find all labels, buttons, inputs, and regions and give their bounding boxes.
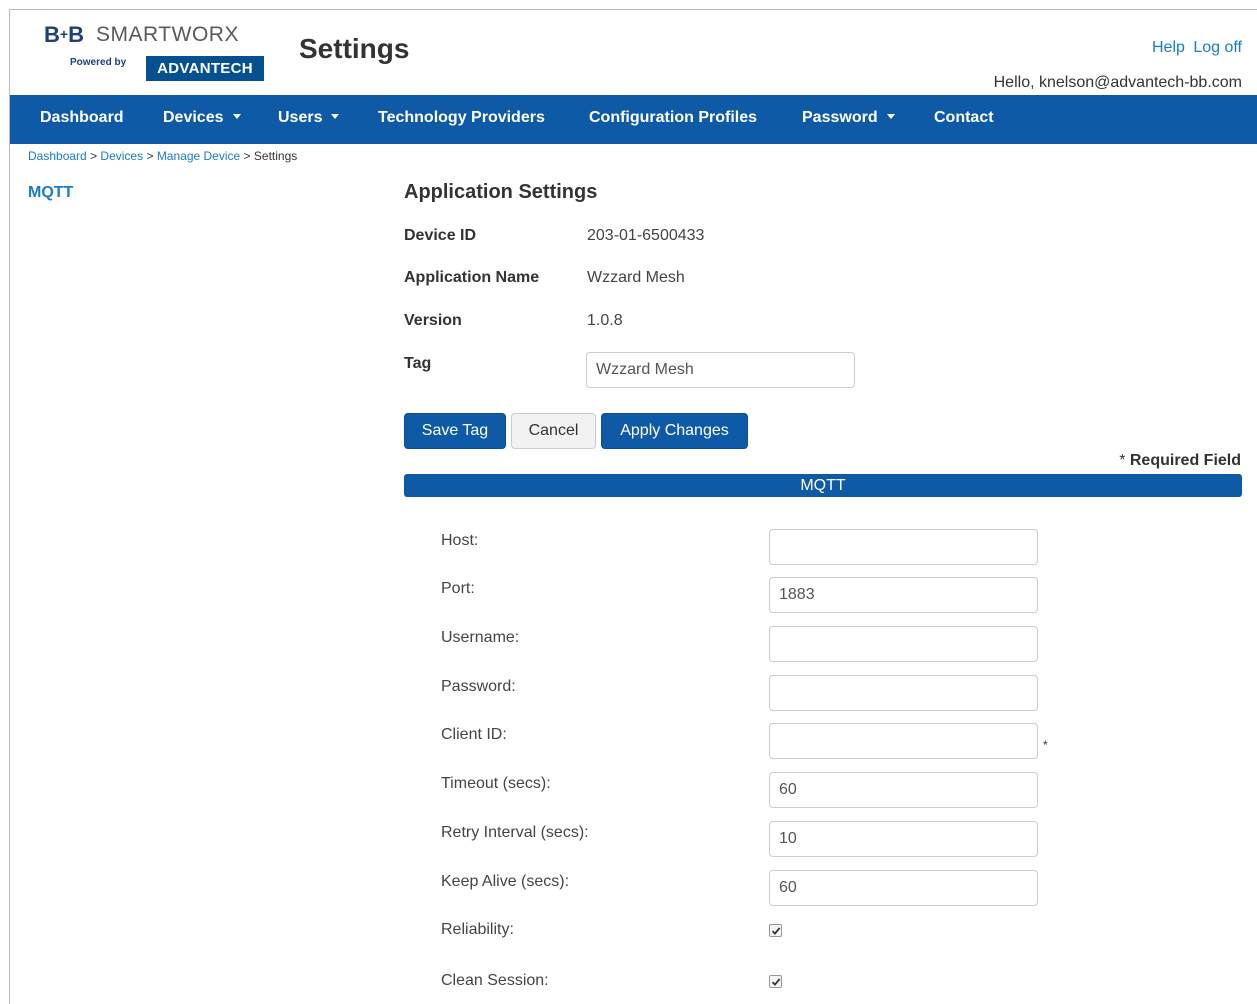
port-input[interactable] [769,577,1038,613]
device-id-value: 203-01-6500433 [587,227,705,244]
logo-smartworx: SMARTWORX [96,23,239,46]
logo-advantech: ADVANTECH [146,56,264,81]
nav-contact[interactable]: Contact [934,95,994,144]
client-id-input[interactable] [769,723,1038,759]
sidebar-item-mqtt[interactable]: MQTT [28,184,73,202]
port-label: Port: [441,580,475,597]
nav-password-label: Password [802,109,878,126]
username-label: Username: [441,629,520,646]
top-links: Help Log off [1148,39,1242,57]
breadcrumb-separator: > [243,149,251,163]
apply-changes-button[interactable]: Apply Changes [601,413,748,449]
checkmark-icon [771,927,781,935]
page-title: Settings [299,33,410,64]
breadcrumb-separator: > [146,149,154,163]
nav-configuration-profiles-label: Configuration Profiles [589,109,757,126]
user-greeting: Hello, knelson@advantech-bb.com [993,74,1242,91]
client-id-label: Client ID: [441,726,507,743]
brand-logo[interactable]: B+B SMARTWORX Powered by ADVANTECH [42,22,266,84]
caret-down-icon [232,114,241,119]
password-label: Password: [441,678,516,695]
nav-dashboard-label: Dashboard [40,109,124,126]
caret-down-icon [331,114,340,119]
caret-down-icon [886,114,895,119]
required-asterisk: * [1119,452,1126,469]
required-field-note: * Required Field [1119,452,1241,470]
retry-interval-label: Retry Interval (secs): [441,824,589,841]
version-value: 1.0.8 [587,312,623,329]
retry-interval-input[interactable] [769,821,1038,857]
nav-contact-label: Contact [934,109,994,126]
nav-configuration-profiles[interactable]: Configuration Profiles [589,95,757,144]
cancel-button[interactable]: Cancel [511,413,596,449]
timeout-label: Timeout (secs): [441,775,551,792]
keep-alive-input[interactable] [769,870,1038,906]
required-field-text: Required Field [1129,452,1241,469]
help-link[interactable]: Help [1152,39,1185,56]
keep-alive-label: Keep Alive (secs): [441,873,570,890]
breadcrumb-separator: > [90,149,98,163]
checkmark-icon [771,978,781,986]
breadcrumb-current: Settings [253,149,298,163]
breadcrumb-devices[interactable]: Devices [100,149,143,163]
logoff-link[interactable]: Log off [1193,39,1242,56]
username-input[interactable] [769,626,1038,662]
nav-users-label: Users [278,109,323,126]
application-name-value: Wzzard Mesh [587,269,685,286]
nav-users[interactable]: Users [278,95,340,144]
timeout-input[interactable] [769,772,1038,808]
nav-dashboard[interactable]: Dashboard [40,95,124,144]
application-name-label: Application Name [404,269,540,286]
breadcrumb: Dashboard > Devices > Manage Device > Se… [28,149,297,163]
host-label: Host: [441,532,479,549]
save-tag-button[interactable]: Save Tag [404,413,506,449]
nav-devices[interactable]: Devices [163,95,241,144]
reliability-checkbox[interactable] [769,924,782,937]
version-label: Version [404,312,462,329]
mqtt-section-header: MQTT [404,474,1242,497]
nav-technology-providers-label: Technology Providers [378,109,545,126]
clean-session-label: Clean Session: [441,972,549,989]
password-input[interactable] [769,675,1038,711]
device-id-label: Device ID [404,227,477,244]
nav-devices-label: Devices [163,109,224,126]
tag-input[interactable] [586,352,855,388]
nav-password[interactable]: Password [802,95,895,144]
nav-technology-providers[interactable]: Technology Providers [378,95,545,144]
reliability-label: Reliability: [441,921,514,938]
main-navbar: Dashboard Devices Users Technology Provi… [10,95,1257,144]
client-id-required-marker: * [1043,738,1048,752]
host-input[interactable] [769,529,1038,565]
logo-powered-by: Powered by [70,57,127,68]
breadcrumb-manage-device[interactable]: Manage Device [157,149,240,163]
logo-bb: B+B [44,22,84,47]
clean-session-checkbox[interactable] [769,975,782,988]
breadcrumb-dashboard[interactable]: Dashboard [28,149,87,163]
application-settings-title: Application Settings [404,181,598,203]
tag-label: Tag [404,355,432,372]
